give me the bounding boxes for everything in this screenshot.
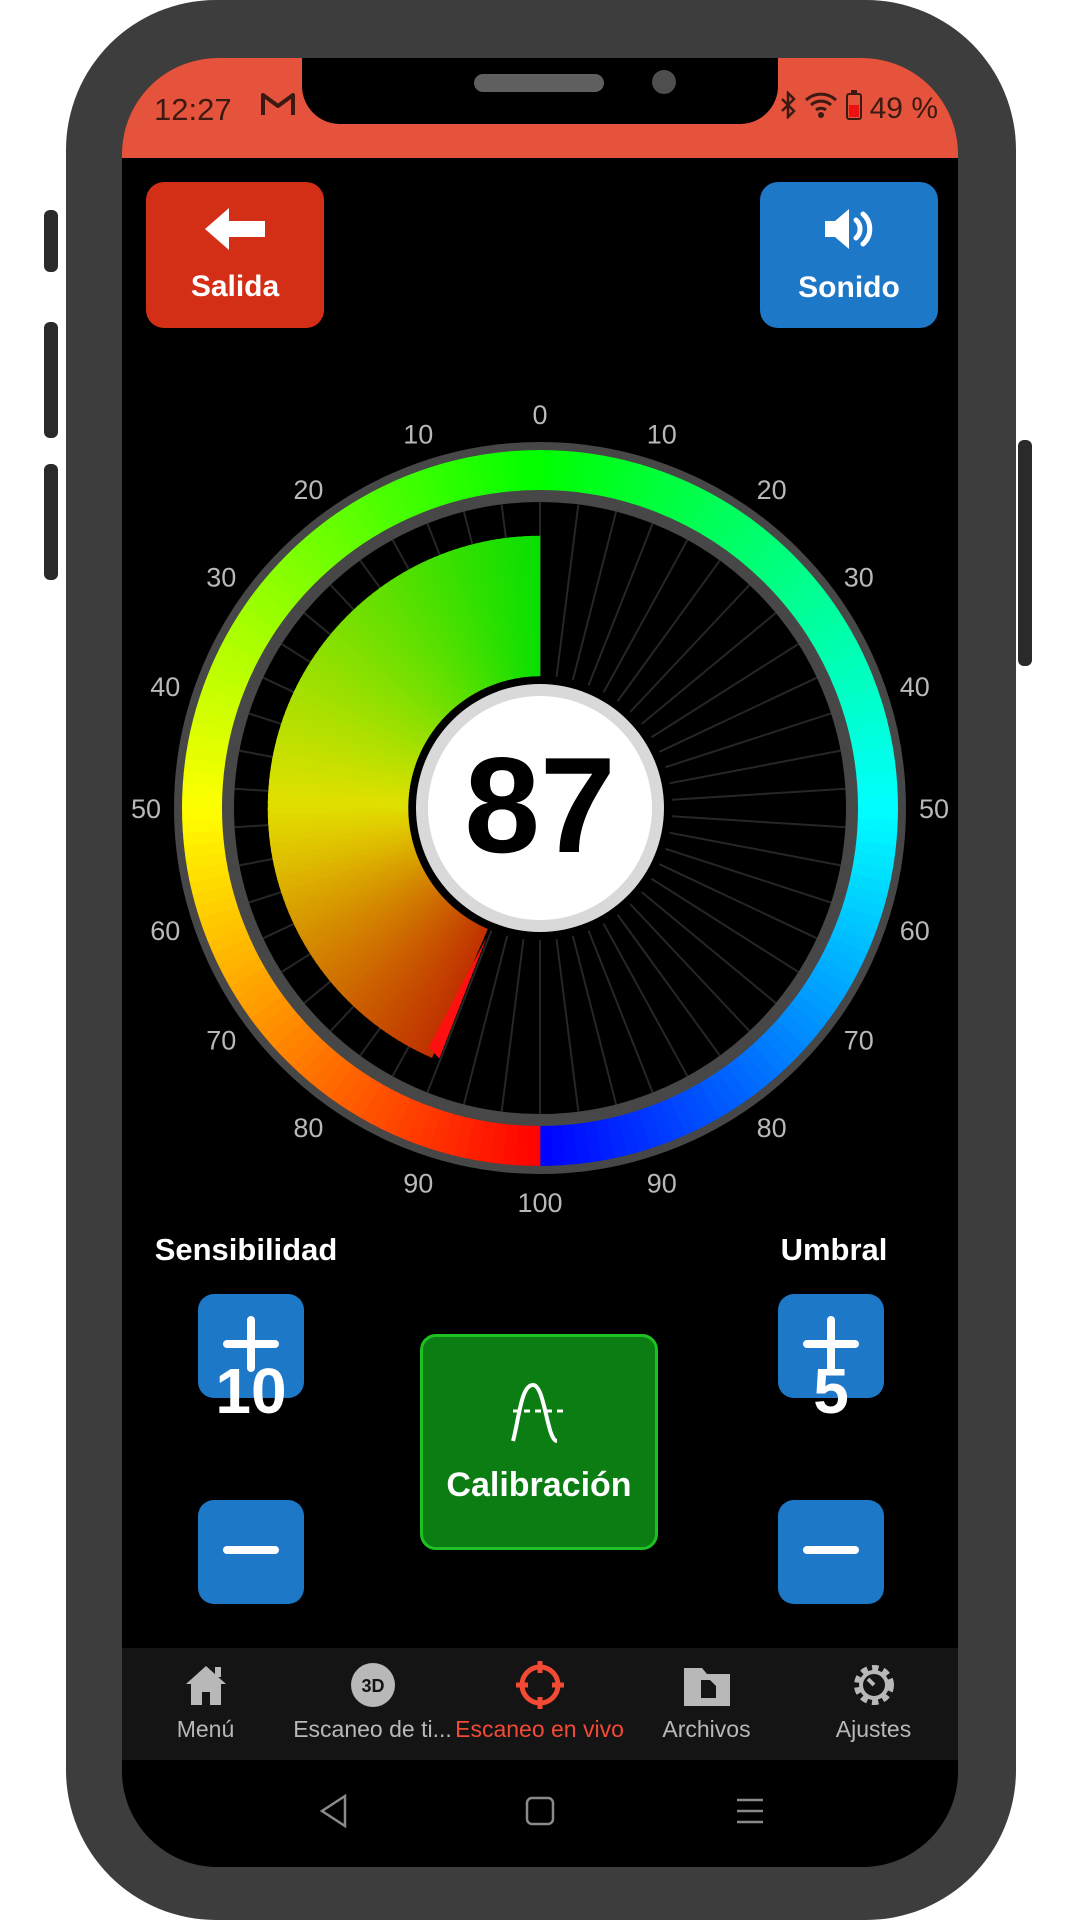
system-recents-button[interactable] xyxy=(720,1788,780,1838)
sensitivity-value: 10 xyxy=(215,1355,287,1427)
exit-label: Salida xyxy=(190,270,280,303)
gmail-icon xyxy=(260,90,296,123)
sound-label: Sonido xyxy=(798,271,900,304)
nav-label-settings: Ajustes xyxy=(835,1716,912,1742)
status-time: 12:27 xyxy=(154,92,232,127)
tick-label-left: 80 xyxy=(293,1113,323,1143)
nav-item-3d-scan[interactable]: 3D Escaneo de ti... xyxy=(289,1648,456,1760)
signal-gauge: 87 0 100 10 20 30 40 50 60 70 80 90 10 20 30 40 50 60 70 8… xyxy=(131,400,949,1218)
nav-item-menu[interactable]: Menú xyxy=(122,1648,289,1760)
triangle-back-icon xyxy=(319,1793,349,1833)
ring-segment xyxy=(527,449,543,493)
tick-label-right: 60 xyxy=(900,916,930,946)
tick-label-right: 10 xyxy=(647,419,677,449)
tick-label-top: 0 xyxy=(532,400,547,430)
threshold-label: Umbral xyxy=(780,1232,888,1267)
system-back-button[interactable] xyxy=(304,1788,364,1838)
tick-label-left: 20 xyxy=(293,475,323,505)
phone-side-button xyxy=(44,210,58,272)
bottom-navigation: Menú 3D Escaneo de ti... Escaneo en vivo… xyxy=(122,1648,958,1760)
app-screen: 12:27 49 % Salida Sonido 87 0 100 10 20 … xyxy=(122,58,958,1867)
nav-item-settings[interactable]: Ajustes xyxy=(790,1648,957,1760)
arrow-left-icon xyxy=(203,206,267,260)
nav-label-3d-scan: Escaneo de ti... xyxy=(293,1716,452,1742)
tick-label-left: 40 xyxy=(150,672,180,702)
nav-label-files: Archivos xyxy=(662,1716,751,1742)
gear-icon xyxy=(849,1660,899,1710)
threshold-decrease-button[interactable] xyxy=(778,1500,884,1604)
sound-button[interactable]: Sonido xyxy=(760,182,938,328)
exit-button[interactable]: Salida xyxy=(146,182,324,328)
tick-label-right: 80 xyxy=(757,1113,787,1143)
camera-notch xyxy=(302,58,778,124)
nav-item-live-scan[interactable]: Escaneo en vivo xyxy=(455,1648,624,1760)
speaker-volume-icon xyxy=(821,205,877,261)
tick-label-right: 30 xyxy=(844,562,874,592)
crosshair-icon xyxy=(514,1660,566,1710)
battery-percent: 49 % xyxy=(869,92,938,125)
bluetooth-icon xyxy=(780,89,796,127)
phone-power-button xyxy=(1018,440,1032,666)
minus-icon xyxy=(803,1522,859,1583)
nav-item-files[interactable]: Archivos xyxy=(623,1648,790,1760)
battery-icon xyxy=(845,90,862,128)
status-right: 49 % xyxy=(780,89,938,128)
sensitivity-decrease-button[interactable] xyxy=(198,1500,304,1604)
tick-label-right: 50 xyxy=(919,794,949,824)
nav-label-menu: Menú xyxy=(176,1716,235,1742)
tick-label-left: 70 xyxy=(206,1026,236,1056)
front-camera xyxy=(652,70,676,94)
svg-text:3D: 3D xyxy=(361,1676,384,1696)
tick-label-left: 30 xyxy=(206,562,236,592)
threshold-value: 5 xyxy=(813,1355,849,1427)
home-icon xyxy=(183,1660,229,1710)
gauge-value: 87 xyxy=(464,729,615,881)
phone-volume-up xyxy=(44,322,58,438)
calibration-button[interactable]: Calibración xyxy=(420,1334,658,1550)
tick-label-left: 10 xyxy=(403,419,433,449)
system-home-button[interactable] xyxy=(510,1788,570,1838)
phone-volume-down xyxy=(44,464,58,580)
tick-label-right: 70 xyxy=(844,1026,874,1056)
square-home-icon xyxy=(524,1795,556,1832)
tick-label-bottom: 100 xyxy=(517,1188,562,1218)
tick-label-left: 90 xyxy=(403,1169,433,1199)
wifi-icon xyxy=(804,91,838,127)
tick-label-right: 20 xyxy=(757,475,787,505)
nav-label-live-scan: Escaneo en vivo xyxy=(455,1716,624,1742)
tick-label-right: 90 xyxy=(647,1169,677,1199)
sensitivity-label: Sensibilidad xyxy=(154,1232,338,1267)
tick-label-left: 50 xyxy=(131,794,161,824)
calibration-label: Calibración xyxy=(446,1466,632,1504)
minus-icon xyxy=(223,1522,279,1583)
earpiece-speaker xyxy=(474,74,604,92)
tick-label-right: 40 xyxy=(900,672,930,702)
system-navigation-bar xyxy=(122,1760,958,1867)
3d-icon: 3D xyxy=(349,1660,397,1710)
calibration-waveform-icon xyxy=(507,1379,571,1448)
tick-label-left: 60 xyxy=(150,916,180,946)
folder-icon xyxy=(682,1660,732,1710)
menu-lines-icon xyxy=(734,1796,766,1831)
